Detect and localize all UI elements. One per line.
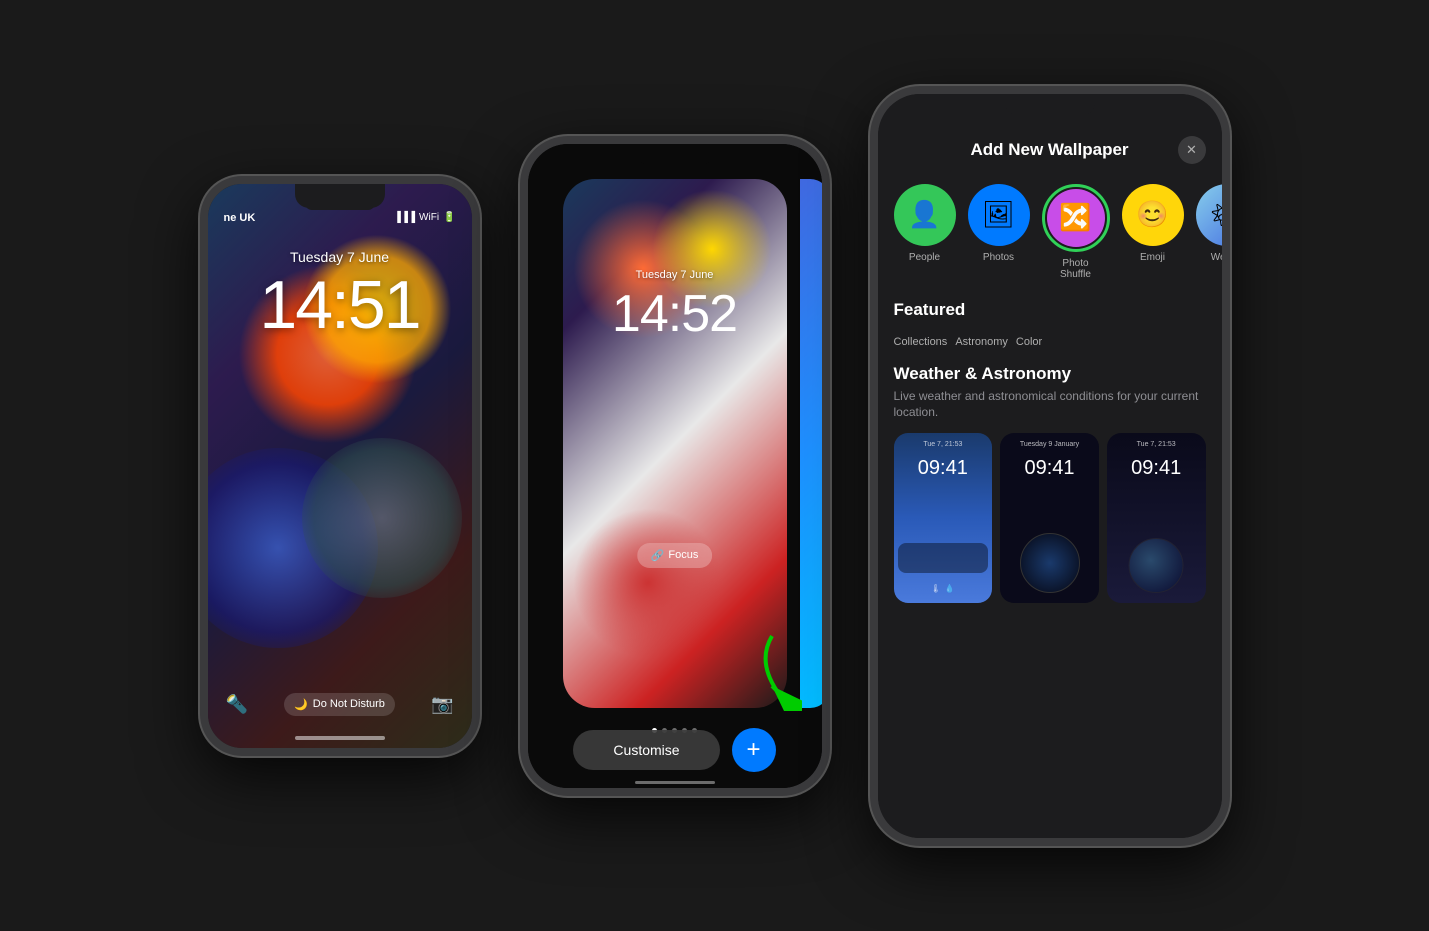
- moon-icon: 🌙: [294, 698, 308, 711]
- phone3-frame: Add New Wallpaper ✕ 👤 People 🖼 Photos: [870, 86, 1230, 846]
- weather-section-title: Weather & Astronomy: [894, 364, 1206, 384]
- phone3-notch: [1005, 94, 1095, 116]
- wifi-icon: WiFi: [419, 212, 439, 223]
- wallpaper-type-row: 👤 People 🖼 Photos 🔀 PhotoShuffle: [894, 184, 1206, 280]
- phone1-notch: [295, 184, 385, 208]
- emoji-label: Emoji: [1140, 252, 1165, 263]
- wc1-date: Tue 7, 21:53: [894, 441, 993, 448]
- phone2-date: Tuesday 7 June: [563, 269, 787, 281]
- people-icon: 👤: [908, 199, 940, 230]
- shuffle-label: PhotoShuffle: [1060, 258, 1091, 280]
- dnd-label: Do Not Disturb: [313, 698, 385, 710]
- dnd-indicator: 🌙 Do Not Disturb: [284, 693, 395, 716]
- color-wrapper[interactable]: Tuesday 9 Jan 09:41 Color: [1016, 332, 1042, 348]
- wc1-icon1: 🌡: [931, 584, 941, 593]
- weather-card-3[interactable]: Tue 7, 21:53 09:41: [1107, 433, 1206, 603]
- wallpaper-type-people[interactable]: 👤 People: [894, 184, 956, 280]
- photos-icon-circle: 🖼: [968, 184, 1030, 246]
- shuffle-icon-circle: 🔀: [1047, 189, 1105, 247]
- collections-label: Collections: [894, 336, 948, 348]
- blob4: [302, 438, 462, 598]
- people-icon-circle: 👤: [894, 184, 956, 246]
- focus-button[interactable]: 🔗 Focus: [637, 543, 713, 568]
- wc2-globe: [1020, 533, 1080, 593]
- status-icons: ▐▐▐ WiFi 🔋: [394, 212, 456, 223]
- wc3-globe: [1129, 538, 1184, 593]
- wc2-time: 09:41: [1000, 457, 1099, 480]
- wallpaper-type-emoji[interactable]: 😊 Emoji: [1122, 184, 1184, 280]
- shuffle-icon: 🔀: [1059, 202, 1091, 233]
- flashlight-icon[interactable]: 🔦: [226, 694, 248, 715]
- emoji-icon-circle: 😊: [1122, 184, 1184, 246]
- featured-label: Featured: [894, 300, 1206, 320]
- emoji-icon: 😊: [1136, 199, 1168, 230]
- signal-icon: ▐▐▐: [394, 212, 415, 223]
- phone1-time: 14:51: [208, 266, 472, 344]
- wc1-icons: 🌡 💧: [894, 584, 993, 593]
- phone2-time: 14:52: [563, 284, 787, 344]
- focus-icon: 🔗: [651, 549, 665, 562]
- camera-icon[interactable]: 📷: [431, 694, 453, 715]
- phone1-date: Tuesday 7 June: [208, 249, 472, 265]
- phone1-status-bar: ne UK ▐▐▐ WiFi 🔋: [224, 212, 456, 224]
- weather-card-2[interactable]: Tuesday 9 January 09:41: [1000, 433, 1099, 603]
- color-label: Color: [1016, 336, 1042, 348]
- phone1-frame: ne UK ▐▐▐ WiFi 🔋 Tuesday 7 June 14:51 🔦 …: [200, 176, 480, 756]
- phone1-screen: ne UK ▐▐▐ WiFi 🔋 Tuesday 7 June 14:51 🔦 …: [208, 184, 472, 748]
- close-icon: ✕: [1186, 142, 1197, 158]
- wc2-date: Tuesday 9 January: [1000, 441, 1099, 448]
- weather-card-1[interactable]: Tue 7, 21:53 09:41 🌡 💧: [894, 433, 993, 603]
- weather-icon: 🌤: [1210, 199, 1222, 230]
- phone2-frame: Tuesday 7 June 14:52 🔗 Focus Customise +: [520, 136, 830, 796]
- shuffle-highlight: 🔀: [1042, 184, 1110, 252]
- close-button[interactable]: ✕: [1178, 136, 1206, 164]
- astronomy-label: Astronomy: [955, 336, 1008, 348]
- wallpaper-header: Add New Wallpaper ✕: [894, 136, 1206, 164]
- wallpaper-type-photos[interactable]: 🖼 Photos: [968, 184, 1030, 280]
- weather-icon-circle: 🌤: [1196, 184, 1222, 246]
- customise-button[interactable]: Customise: [573, 730, 719, 770]
- inner-blob3: [573, 508, 723, 658]
- plus-button[interactable]: +: [732, 728, 776, 772]
- wc3-date: Tue 7, 21:53: [1107, 441, 1206, 448]
- phone2-bottom-bar: Customise +: [528, 728, 822, 772]
- wc3-time: 09:41: [1107, 457, 1206, 480]
- phone2-notch: [635, 144, 715, 164]
- focus-label: Focus: [668, 549, 698, 561]
- phone2-inner-frame: Tuesday 7 June 14:52 🔗 Focus: [563, 179, 787, 708]
- collections-wrapper[interactable]: Tue 9 January 09:41 Collections: [894, 332, 948, 348]
- wallpaper-type-weather[interactable]: 🌤 Weat...: [1196, 184, 1222, 280]
- wc1-widget: [898, 543, 989, 573]
- wc1-icon2: 💧: [945, 584, 955, 593]
- phone1-home-indicator: [295, 736, 385, 740]
- phone2-screen: Tuesday 7 June 14:52 🔗 Focus Customise +: [528, 144, 822, 788]
- astronomy-wrapper[interactable]: Tue 7, 21:02 09:41 Astronomy: [955, 332, 1008, 348]
- carrier-label: ne UK: [224, 212, 256, 224]
- people-label: People: [909, 252, 940, 263]
- side-peek: [800, 179, 822, 708]
- wallpaper-type-shuffle[interactable]: 🔀 PhotoShuffle: [1042, 184, 1110, 280]
- photos-label: Photos: [983, 252, 1014, 263]
- plus-icon: +: [747, 736, 761, 764]
- photos-icon: 🖼: [982, 199, 1015, 230]
- weather-section-desc: Live weather and astronomical conditions…: [894, 388, 1206, 422]
- phone2-home-indicator: [635, 781, 715, 784]
- phone3-screen[interactable]: Add New Wallpaper ✕ 👤 People 🖼 Photos: [878, 94, 1222, 838]
- featured-grid: Tue 9 January 09:41 Collections Tue 7, 2…: [894, 332, 1206, 348]
- battery-icon: 🔋: [443, 212, 455, 223]
- weather-label: Weat...: [1211, 252, 1222, 263]
- wc1-time: 09:41: [894, 457, 993, 480]
- weather-grid: Tue 7, 21:53 09:41 🌡 💧 Tuesday 9 January…: [894, 433, 1206, 603]
- phone1-bottom-bar: 🔦 🌙 Do Not Disturb 📷: [208, 693, 472, 716]
- wallpaper-title: Add New Wallpaper: [922, 140, 1178, 160]
